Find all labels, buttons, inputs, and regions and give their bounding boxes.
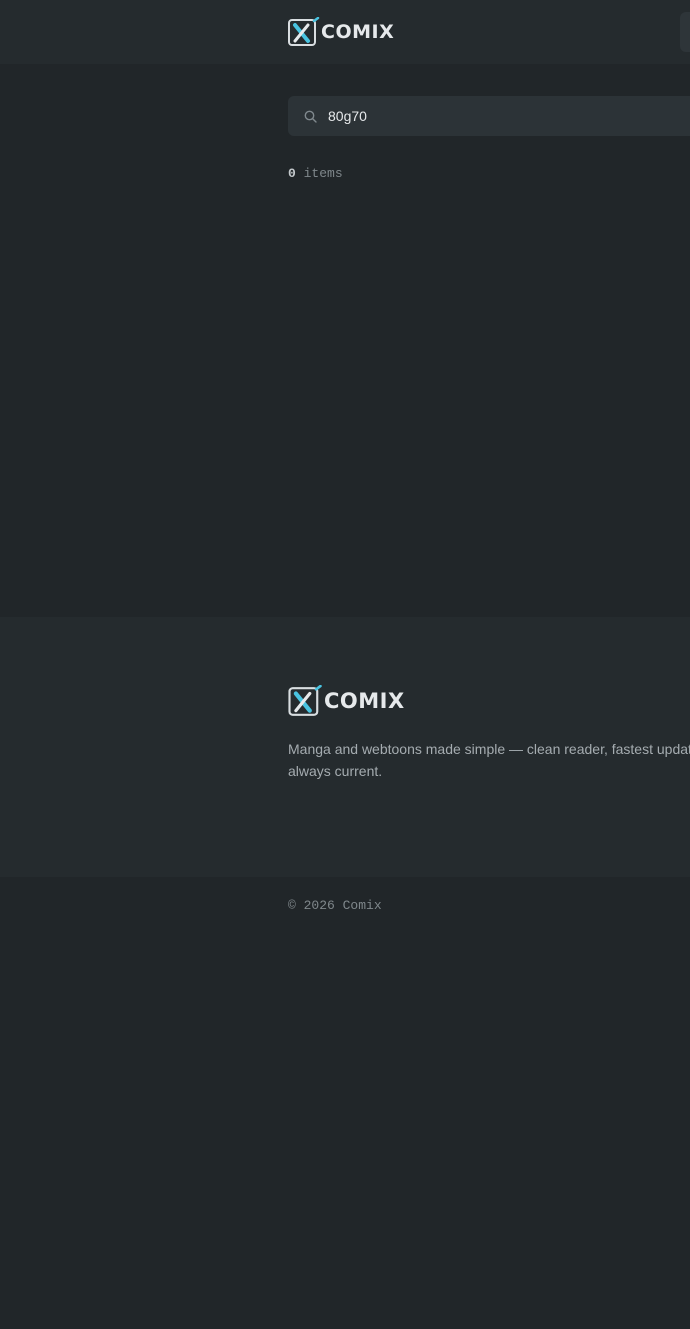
search-icon [304, 110, 317, 123]
result-count-number: 0 [288, 166, 296, 181]
header-menu-button[interactable] [680, 12, 690, 52]
logo-mark-icon [288, 17, 320, 46]
header-brand-name: COMIX [321, 21, 395, 43]
search-bar[interactable] [288, 96, 690, 136]
logo-mark-icon [288, 685, 322, 716]
result-count-unit: items [303, 166, 343, 181]
result-count: 0 items [288, 166, 343, 181]
footer-logo[interactable]: COMIX [288, 685, 405, 717]
footer-brand-name: COMIX [324, 689, 405, 713]
copyright-text: © 2026 Comix [288, 898, 382, 913]
footer-tagline: Manga and webtoons made simple — clean r… [288, 741, 690, 779]
site-header: COMIX [0, 0, 690, 64]
header-logo[interactable]: COMIX [288, 17, 394, 47]
search-input[interactable] [328, 96, 688, 136]
site-footer: COMIX Manga and webtoons made simple — c… [0, 617, 690, 877]
